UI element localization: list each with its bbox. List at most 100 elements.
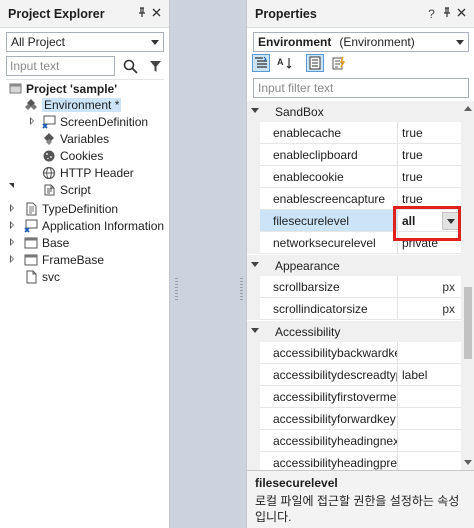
property-row-enableclipboard[interactable]: enableclipboard true (247, 144, 461, 166)
expand-toggle-icon[interactable] (8, 221, 16, 229)
category-label: SandBox (275, 104, 324, 119)
property-value[interactable]: px (398, 276, 461, 298)
tree-item-label: Project 'sample' (26, 81, 118, 96)
annotation-highlight-box (393, 206, 461, 241)
expand-toggle-icon[interactable] (8, 204, 16, 212)
splitter-grip-right[interactable] (240, 278, 243, 300)
base-icon (24, 236, 38, 250)
property-row-accessibilitydescreadtype[interactable]: accessibilitydescreadtype label (247, 364, 461, 386)
collapse-toggle-icon[interactable] (251, 328, 259, 333)
unit-label: px (442, 302, 455, 316)
property-grid: SandBox enablecache true enableclipboard… (247, 101, 461, 470)
category-appearance[interactable]: Appearance (247, 255, 461, 276)
property-value[interactable] (398, 452, 461, 470)
application-information-icon (24, 219, 38, 233)
property-value[interactable] (398, 342, 461, 364)
tree-item-variables[interactable]: Variables (42, 130, 109, 147)
object-selector-combo[interactable]: Environment (Environment) (253, 32, 469, 52)
property-row-accessibilityfirstovermessage[interactable]: accessibilityfirstovermessage (247, 386, 461, 408)
expand-toggle-icon[interactable] (8, 255, 16, 263)
project-icon (8, 82, 22, 96)
property-row-accessibilityheadingprevkey[interactable]: accessibilityheadingprevkey (247, 452, 461, 470)
property-value[interactable] (398, 386, 461, 408)
property-value[interactable]: true (398, 144, 461, 166)
category-label: Accessibility (275, 324, 341, 339)
category-label: Appearance (275, 258, 340, 273)
property-value[interactable]: true (398, 122, 461, 144)
object-name: Environment (258, 35, 332, 49)
framebase-icon (24, 253, 38, 267)
variables-icon (42, 132, 56, 146)
property-value[interactable] (398, 430, 461, 452)
collapse-toggle-icon[interactable] (9, 182, 17, 190)
scroll-up-icon[interactable] (464, 106, 472, 111)
categorized-view-icon[interactable] (252, 54, 270, 72)
tree-item-framebase[interactable]: FrameBase (24, 251, 104, 268)
expand-toggle-icon[interactable] (8, 238, 16, 246)
property-row-enablecookie[interactable]: enablecookie true (247, 166, 461, 188)
tree-item-project[interactable]: Project 'sample' (8, 80, 117, 97)
close-icon[interactable] (150, 8, 163, 20)
property-value[interactable] (398, 408, 461, 430)
filter-funnel-icon[interactable] (146, 57, 164, 75)
collapse-toggle-icon[interactable] (251, 262, 259, 267)
collapse-toggle-icon[interactable] (251, 108, 259, 113)
property-filter-input[interactable] (253, 78, 469, 98)
tree-item-label: Base (42, 235, 70, 250)
tree-item-screen-definition[interactable]: ScreenDefinition (42, 113, 148, 130)
sort-alphabetical-icon[interactable]: A (276, 54, 294, 72)
project-explorer-panel: Project Explorer All Project Project 'sa… (0, 0, 170, 528)
property-name: enablecookie (260, 166, 398, 188)
expand-toggle-icon[interactable] (28, 117, 36, 125)
editor-area (170, 0, 246, 528)
tree-item-label: TypeDefinition (42, 201, 119, 216)
property-name: scrollbarsize (260, 276, 398, 298)
property-name: accessibilitybackwardkey (260, 342, 398, 364)
project-filter-input[interactable] (6, 56, 115, 76)
property-name: accessibilityheadingnextkey (260, 430, 398, 452)
pin-icon[interactable] (135, 6, 148, 21)
events-view-icon[interactable] (330, 54, 348, 72)
category-accessibility[interactable]: Accessibility (247, 321, 461, 342)
scroll-down-icon[interactable] (464, 460, 472, 465)
tree-item-type-definition[interactable]: TypeDefinition (24, 200, 118, 217)
property-row-enablecache[interactable]: enablecache true (247, 122, 461, 144)
property-grid-scrollbar[interactable] (461, 101, 474, 470)
tree-item-cookies[interactable]: Cookies (42, 147, 103, 164)
type-definition-icon (24, 202, 38, 216)
svg-text:A: A (277, 57, 284, 67)
property-row-accessibilityforwardkey[interactable]: accessibilityforwardkey (247, 408, 461, 430)
search-icon[interactable] (121, 57, 139, 75)
property-value[interactable]: px (398, 298, 461, 320)
property-row-scrollindicatorsize[interactable]: scrollindicatorsize px (247, 298, 461, 320)
help-icon[interactable]: ? (425, 7, 438, 21)
unit-label: px (442, 280, 455, 294)
property-row-accessibilityheadingnextkey[interactable]: accessibilityheadingnextkey (247, 430, 461, 452)
tree-item-base[interactable]: Base (24, 234, 69, 251)
property-row-accessibilitybackwardkey[interactable]: accessibilitybackwardkey (247, 342, 461, 364)
property-row-scrollbarsize[interactable]: scrollbarsize px (247, 276, 461, 298)
tree-item-application-information[interactable]: Application Information (24, 217, 164, 234)
properties-view-icon[interactable] (306, 54, 324, 72)
screen-definition-icon (42, 115, 56, 129)
tree-item-label: ScreenDefinition (60, 114, 149, 129)
splitter-grip-left[interactable] (175, 278, 178, 300)
category-sandbox[interactable]: SandBox (247, 101, 461, 122)
project-scope-value: All Project (11, 35, 66, 49)
property-name: scrollindicatorsize (260, 298, 398, 320)
project-explorer-title: Project Explorer (8, 6, 105, 21)
close-icon[interactable] (455, 8, 468, 20)
pin-icon[interactable] (440, 6, 453, 21)
project-scope-combo[interactable]: All Project (6, 32, 164, 52)
scrollbar-thumb[interactable] (464, 287, 472, 359)
property-name: enablescreencapture (260, 188, 398, 210)
property-description-pane: filesecurelevel 로컬 파일에 접근할 권한을 설정하는 속성입니… (247, 470, 474, 528)
tree-item-label: svc (42, 269, 60, 284)
tree-item-script[interactable]: Script (42, 181, 91, 198)
property-value[interactable]: label (398, 364, 461, 386)
tree-item-http-header[interactable]: HTTP Header (42, 164, 134, 181)
properties-title: Properties (255, 6, 317, 21)
tree-item-environment[interactable]: Environment * (24, 96, 122, 113)
tree-item-svc[interactable]: svc (24, 268, 60, 285)
property-value[interactable]: true (398, 166, 461, 188)
